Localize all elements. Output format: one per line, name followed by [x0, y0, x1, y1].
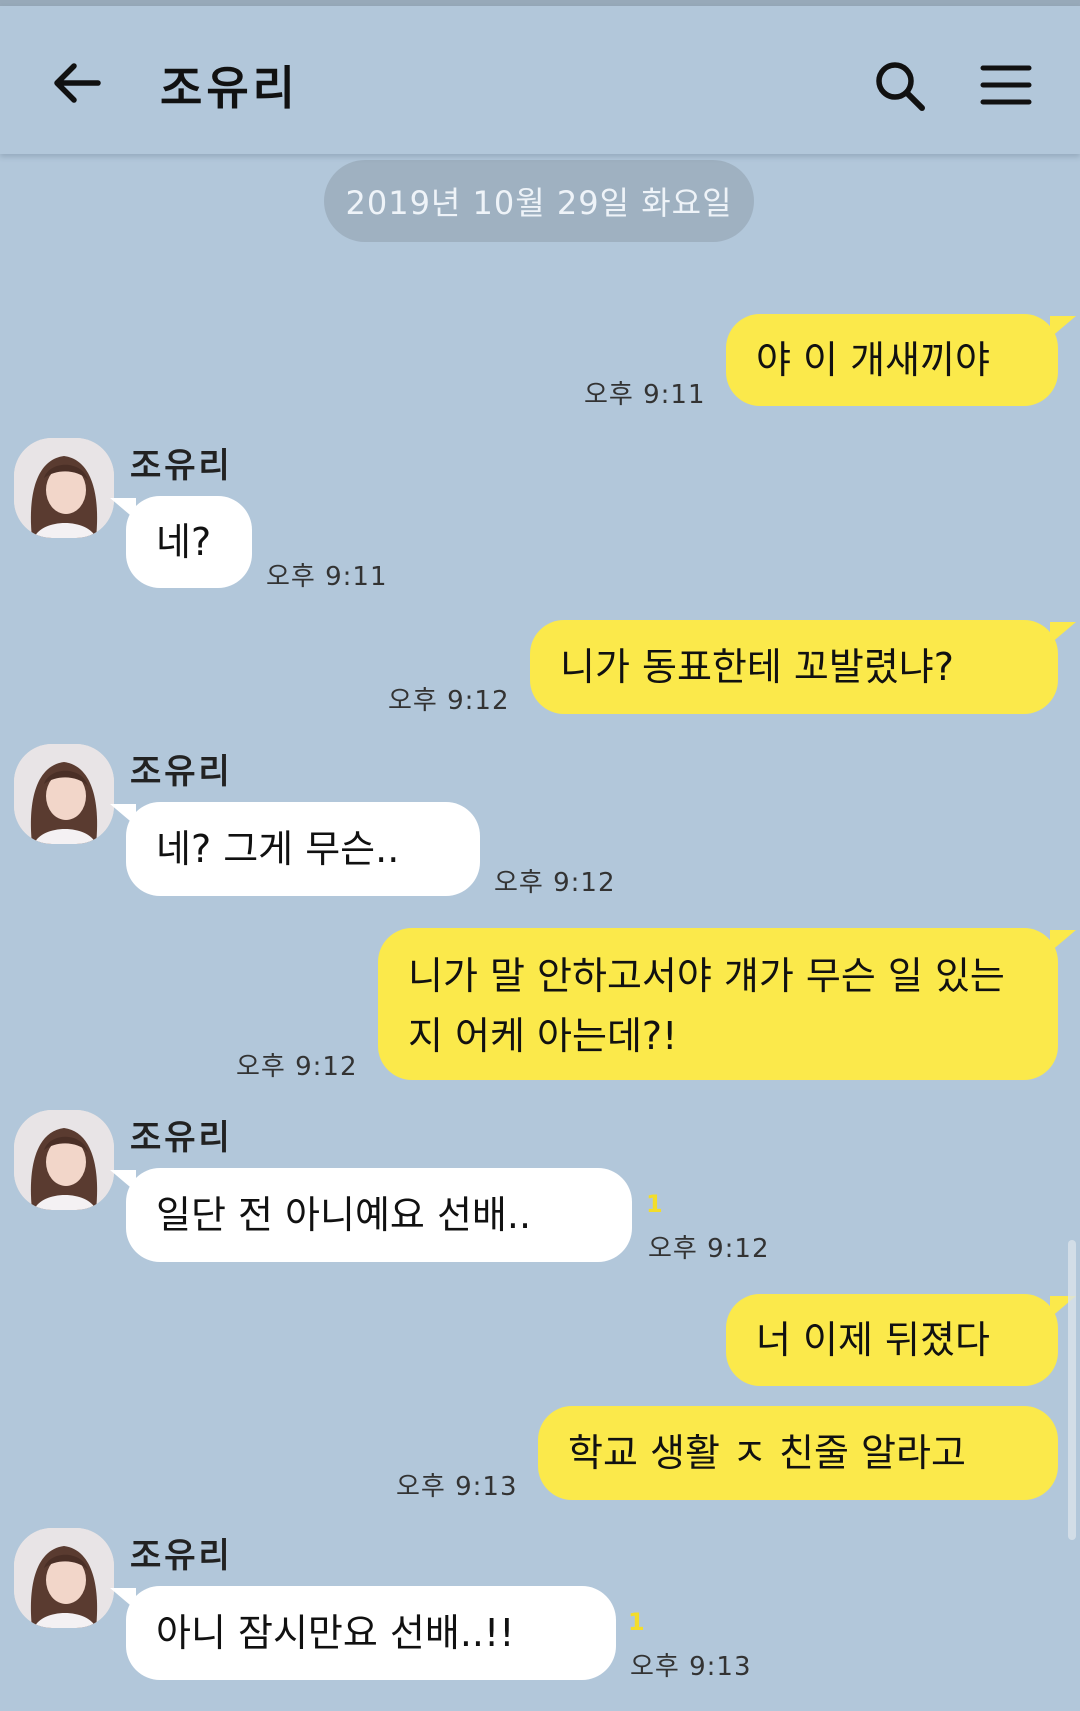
message-time: 오후 9:11: [266, 562, 388, 592]
outgoing-message-bubble[interactable]: 니가 말 안하고서야 걔가 무슨 일 있는지 어케 아는데?!: [378, 928, 1058, 1080]
message-text: 네? 그게 무슨..: [156, 827, 400, 871]
back-button[interactable]: [48, 58, 106, 108]
avatar[interactable]: [14, 744, 114, 844]
message-time: 오후 9:12: [388, 686, 510, 716]
bubble-tail: [110, 498, 136, 520]
message-text: 너 이제 뒤졌다: [756, 1318, 990, 1362]
message-time: 오후 9:12: [648, 1234, 770, 1264]
bubble-tail: [1050, 930, 1076, 952]
message-time: 오후 9:13: [630, 1652, 752, 1682]
incoming-message-bubble[interactable]: 네? 그게 무슨..: [126, 802, 480, 896]
message-time: 오후 9:11: [584, 380, 706, 410]
outgoing-message-bubble[interactable]: 학교 생활 ㅈ 친줄 알라고: [538, 1406, 1058, 1500]
incoming-message-bubble[interactable]: 아니 잠시만요 선배..!!: [126, 1586, 616, 1680]
message-time: 오후 9:12: [494, 868, 616, 898]
profile-photo: [14, 744, 114, 844]
avatar[interactable]: [14, 438, 114, 538]
profile-photo: [14, 1110, 114, 1210]
sender-name: 조유리: [130, 752, 233, 792]
incoming-message-bubble[interactable]: 일단 전 아니예요 선배..: [126, 1168, 632, 1262]
profile-photo: [14, 1528, 114, 1628]
chat-screen: 조유리 2019년 10월 29일 화요일 오후 9:11 야 이 개새끼야 조…: [0, 0, 1080, 1711]
scrollbar[interactable]: [1068, 1240, 1076, 1540]
message-text: 아니 잠시만요 선배..!!: [156, 1611, 515, 1655]
message-text: 니가 말 안하고서야 걔가 무슨 일 있는지 어케 아는데?!: [408, 954, 1005, 1058]
chat-title: 조유리: [160, 61, 299, 115]
outgoing-message-bubble[interactable]: 야 이 개새끼야: [726, 314, 1058, 406]
chat-header: 조유리: [0, 6, 1080, 154]
bubble-tail: [110, 1170, 136, 1192]
sender-name: 조유리: [130, 1536, 233, 1576]
unread-count: 1: [628, 1608, 645, 1636]
bubble-tail: [1050, 622, 1076, 644]
search-button[interactable]: [872, 58, 928, 114]
avatar[interactable]: [14, 1528, 114, 1628]
sender-name: 조유리: [130, 1118, 233, 1158]
message-time: 오후 9:12: [236, 1052, 358, 1082]
incoming-message-bubble[interactable]: 네?: [126, 496, 252, 588]
sender-name: 조유리: [130, 446, 233, 486]
profile-photo: [14, 438, 114, 538]
message-text: 일단 전 아니예요 선배..: [156, 1193, 532, 1237]
avatar[interactable]: [14, 1110, 114, 1210]
unread-count: 1: [646, 1190, 663, 1218]
bubble-tail: [110, 804, 136, 826]
menu-button[interactable]: [980, 62, 1032, 108]
outgoing-message-bubble[interactable]: 니가 동표한테 꼬발렸냐?: [530, 620, 1058, 714]
hamburger-menu-icon: [980, 65, 1032, 105]
message-text: 니가 동표한테 꼬발렸냐?: [560, 645, 954, 689]
bubble-tail: [1050, 316, 1076, 338]
arrow-left-icon: [54, 63, 101, 103]
bubble-tail: [110, 1588, 136, 1610]
outgoing-message-bubble[interactable]: 너 이제 뒤졌다: [726, 1294, 1058, 1386]
search-icon: [876, 62, 925, 111]
message-text: 야 이 개새끼야: [756, 338, 990, 382]
message-time: 오후 9:13: [396, 1472, 518, 1502]
date-divider: 2019년 10월 29일 화요일: [324, 160, 754, 242]
message-text: 학교 생활 ㅈ 친줄 알라고: [568, 1431, 966, 1475]
message-text: 네?: [156, 520, 212, 564]
